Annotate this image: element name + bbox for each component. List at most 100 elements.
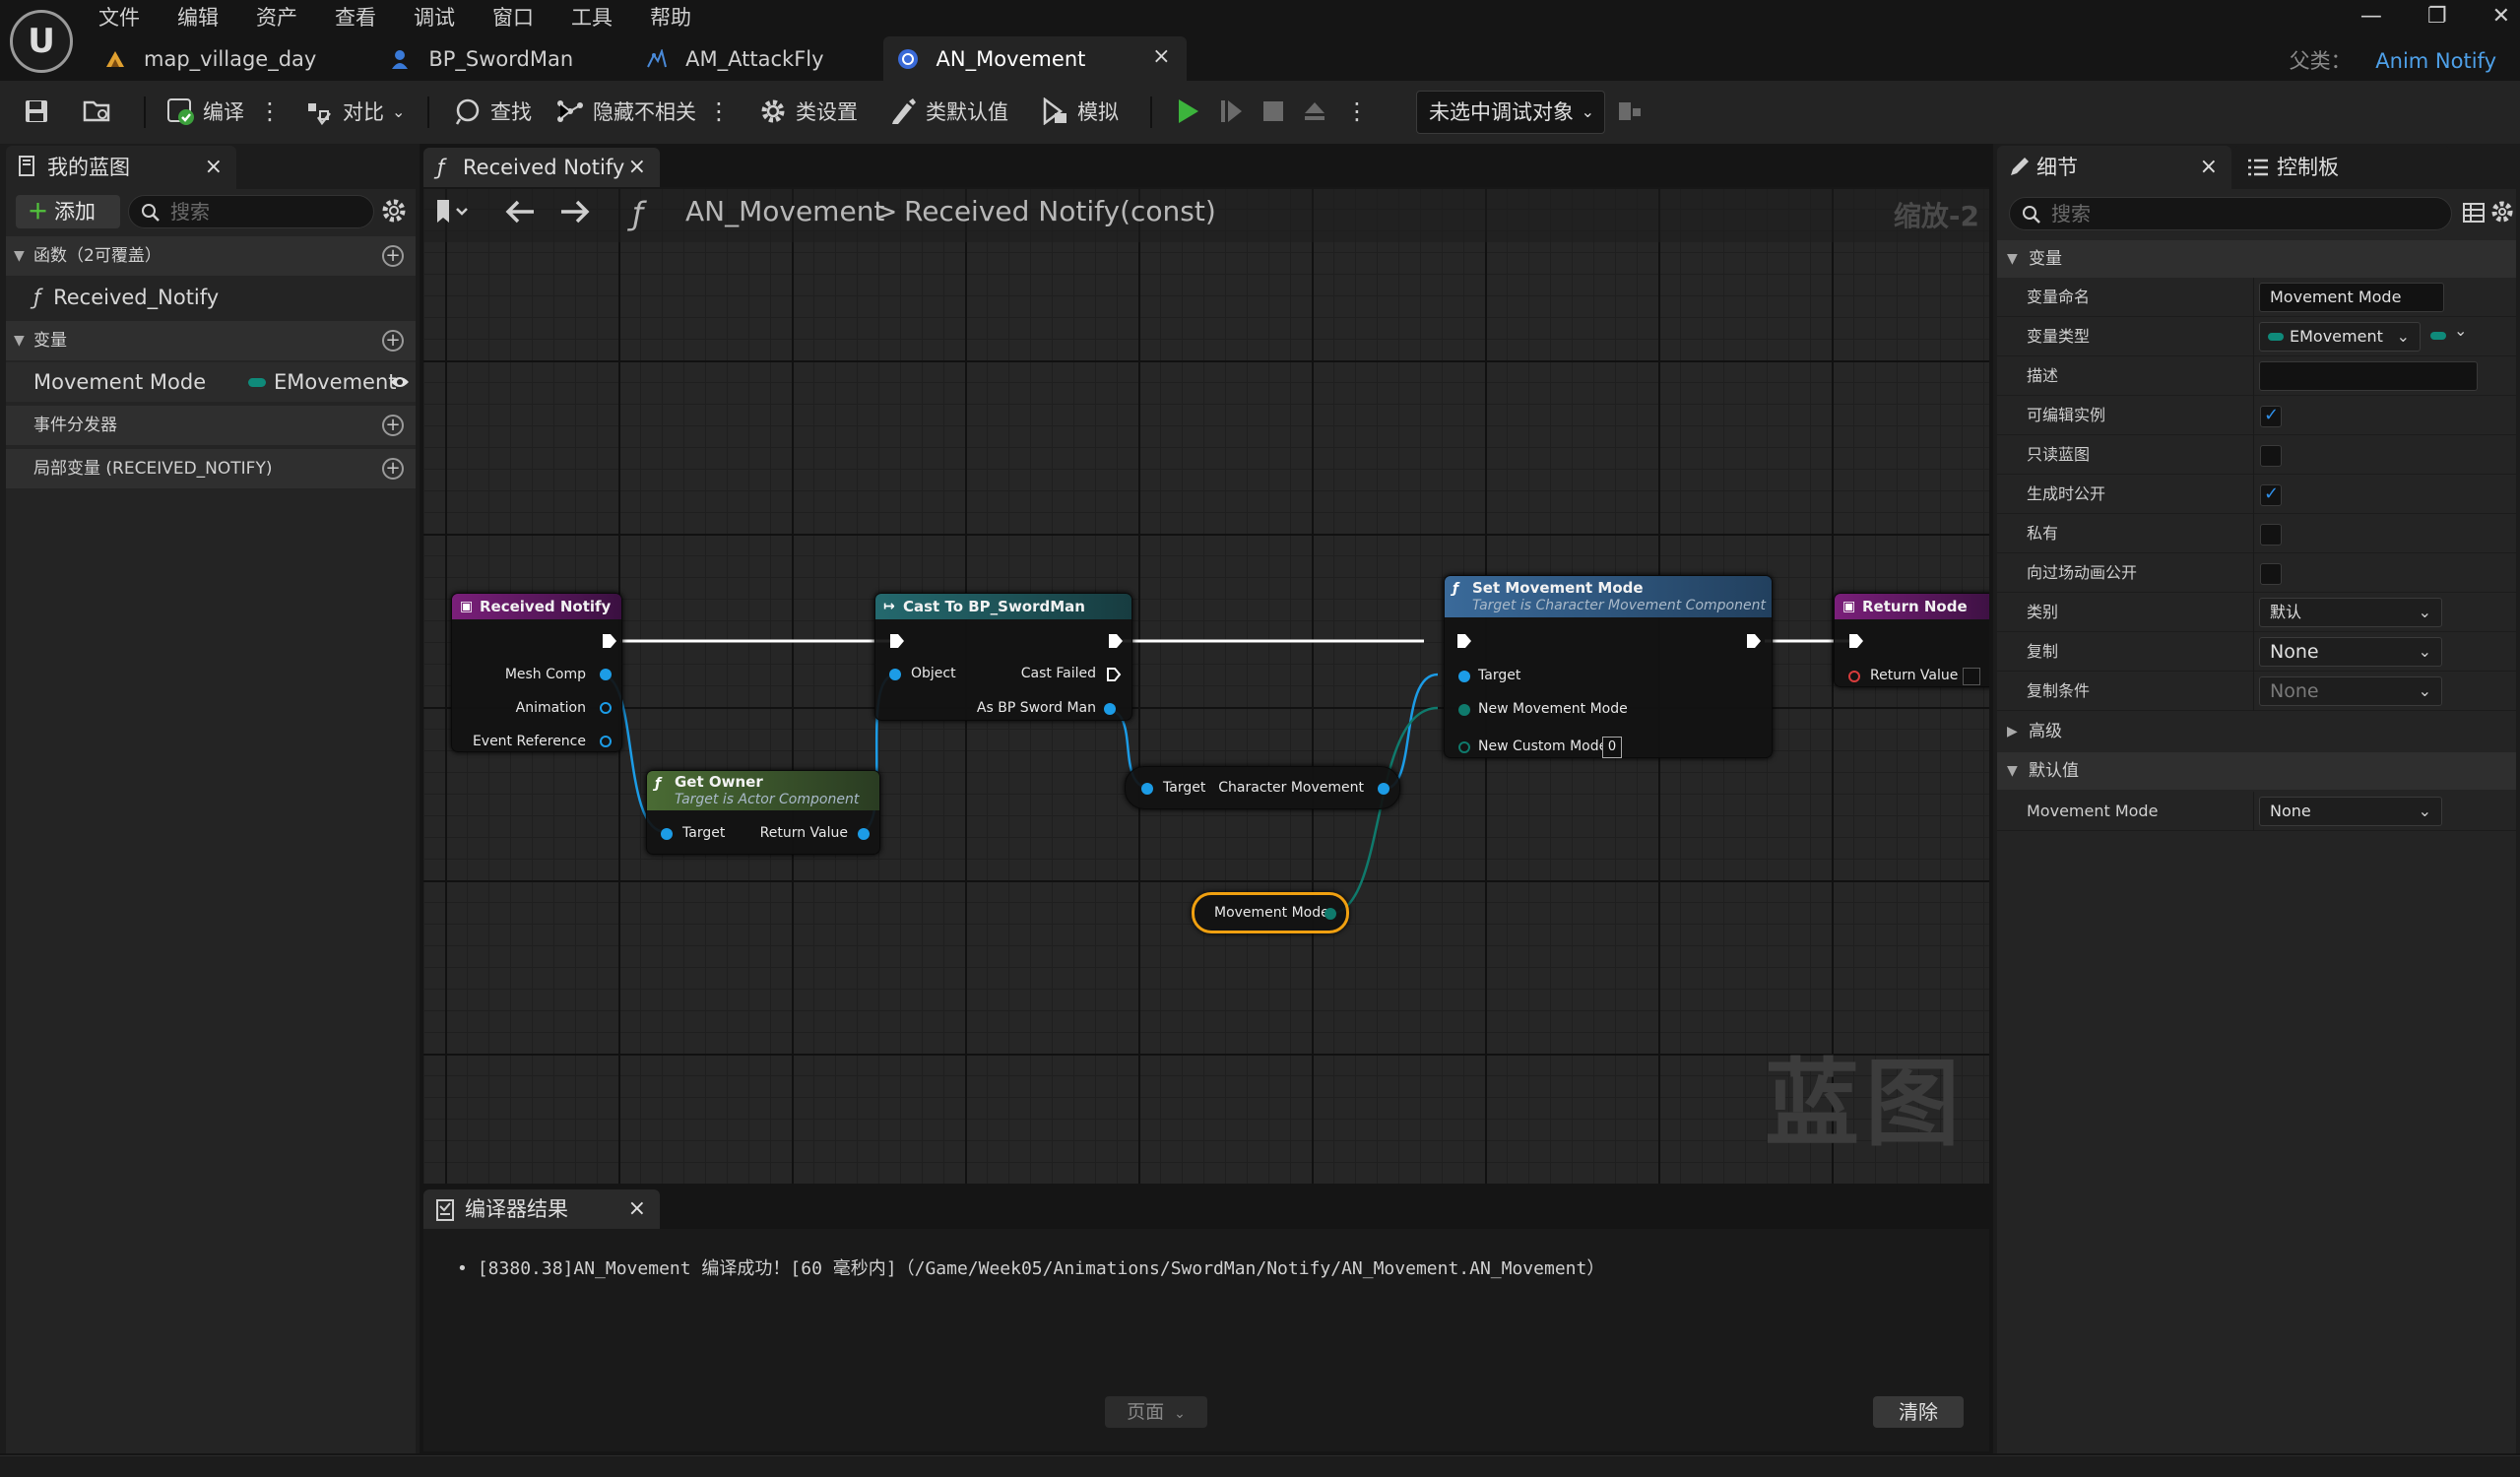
exec-in-pin[interactable] [889,633,905,649]
as-bp-sword-man-pin[interactable] [1104,703,1116,715]
restore-icon[interactable]: ❐ [2427,4,2447,29]
event-reference-pin[interactable] [600,736,612,747]
event-dispatchers-section[interactable]: 事件分发器 + [6,406,416,445]
target-pin[interactable] [1458,671,1470,682]
tab-bp-swordman[interactable]: BP_SwordMan [375,36,593,81]
instance-editable-checkbox[interactable] [2260,405,2282,427]
exec-in-pin[interactable] [1848,633,1864,649]
forward-arrow-icon[interactable] [559,199,591,225]
set-movement-mode-node[interactable]: ƒ Set Movement Mode Target is Character … [1444,575,1773,758]
page-dropdown[interactable]: 页面 ⌄ [1105,1396,1207,1428]
hide-unrelated-button[interactable]: 隐藏不相关 [555,95,696,128]
add-button[interactable]: ＋添加 [16,195,120,228]
debug-object-select[interactable]: 未选中调试对象 ⌄ [1416,91,1605,134]
simulate-button[interactable]: 模拟 [1040,95,1119,128]
expose-on-spawn-checkbox[interactable] [2260,483,2282,506]
tab-am-attackfly[interactable]: AM_AttackFly [632,36,843,81]
variable-type-dropdown[interactable]: EMovement ⌄ [2259,322,2421,352]
new-movement-mode-pin[interactable] [1458,704,1470,716]
character-movement-pin[interactable] [1378,783,1389,795]
object-pin[interactable] [889,669,901,680]
find-button[interactable]: 查找 [453,95,532,128]
tab-map-village-day[interactable]: map_village_day [91,36,336,81]
close-tab-icon[interactable]: × [628,1189,646,1229]
table-view-icon[interactable] [2462,201,2486,225]
debug-filter-button[interactable] [1615,95,1652,128]
diff-button[interactable]: 对比 ⌄ [305,95,405,128]
blueprint-search-input[interactable]: 搜索 [128,195,374,228]
class-settings-button[interactable]: 类设置 [758,95,858,128]
received-notify-node[interactable]: ▣ Received Notify Mesh Comp Animation Ev… [451,593,622,752]
breadcrumb-function[interactable]: Received Notify(const) [904,195,1216,227]
container-type-icon[interactable] [2430,332,2446,340]
menu-view[interactable]: 查看 [335,2,394,33]
compile-options-button[interactable]: ⋮ [258,95,282,128]
play-button[interactable] [1174,95,1211,128]
unreal-logo-icon[interactable]: U [10,10,73,73]
target-pin[interactable] [661,828,673,840]
cast-failed-exec-pin[interactable] [1106,667,1122,682]
add-local-variable-icon[interactable]: + [382,458,404,480]
movement-mode-output-pin[interactable] [1325,908,1336,920]
stop-button[interactable] [1259,95,1296,128]
menu-help[interactable]: 帮助 [650,2,709,33]
tab-an-movement[interactable]: AN_Movement × [882,36,1187,81]
movement-mode-variable-node[interactable]: Movement Mode [1192,892,1349,933]
play-options-button[interactable]: ⋮ [1345,95,1369,128]
get-character-movement-node[interactable]: Target Character Movement [1125,766,1400,809]
menu-window[interactable]: 窗口 [492,2,551,33]
details-tab[interactable]: 细节 × [1997,146,2231,189]
exec-out-pin[interactable] [602,633,617,649]
compiler-results-tab[interactable]: 编译器结果 × [423,1189,660,1229]
exec-in-pin[interactable] [1456,633,1472,649]
back-arrow-icon[interactable] [504,199,536,225]
variable-item-movement-mode[interactable]: Movement Mode EMovement [6,362,416,402]
replication-dropdown[interactable]: None ⌄ [2259,637,2442,667]
chevron-down-icon[interactable]: ⌄ [2454,321,2467,340]
return-node[interactable]: ▣ Return Node Return Value [1834,593,1989,687]
blueprint-graph-canvas[interactable]: ƒ AN_Movement > Received Notify(const) 缩… [423,187,1989,1184]
return-value-pin[interactable] [1848,671,1860,682]
close-panel-icon[interactable]: × [205,146,223,189]
browse-button[interactable] [83,95,120,128]
step-button[interactable] [1217,95,1255,128]
return-value-pin[interactable] [858,828,870,840]
my-blueprint-tab[interactable]: 我的蓝图 × [6,146,236,189]
variable-name-field[interactable]: Movement Mode [2259,283,2444,312]
function-item-received-notify[interactable]: ƒ Received_Notify [6,278,416,317]
add-dispatcher-icon[interactable]: + [382,415,404,436]
menu-edit[interactable]: 编辑 [177,2,236,33]
exec-out-pin[interactable] [1108,633,1124,649]
description-field[interactable] [2259,361,2478,391]
minimize-icon[interactable]: — [2360,4,2382,29]
add-function-icon[interactable]: + [382,245,404,267]
close-tab-icon[interactable]: × [628,148,646,187]
eject-button[interactable] [1300,95,1337,128]
menu-asset[interactable]: 资产 [256,2,315,33]
eye-icon[interactable] [390,362,410,402]
gear-icon[interactable] [2489,199,2515,225]
default-movement-mode-dropdown[interactable]: None ⌄ [2259,797,2442,826]
variables-section[interactable]: ▼ 变量 + [6,321,416,360]
functions-section[interactable]: ▼ 函数（2可覆盖） + [6,236,416,276]
return-value-checkbox[interactable] [1963,668,1980,685]
palette-tab[interactable]: 控制板 [2233,146,2450,189]
graph-tab[interactable]: ƒ Received Notify × [423,148,660,187]
gear-icon[interactable] [380,197,408,225]
cast-to-bp-swordman-node[interactable]: ↦ Cast To BP_SwordMan Object Cast Failed… [874,593,1132,721]
default-value-section[interactable]: ▼ 默认值 [1997,752,2516,790]
variable-section[interactable]: ▼ 变量 [1997,240,2516,278]
close-panel-icon[interactable]: × [2200,146,2218,189]
custom-mode-input[interactable]: 0 [1602,737,1622,758]
local-variables-section[interactable]: 局部变量 (RECEIVED_NOTIFY) + [6,449,416,488]
target-pin[interactable] [1141,783,1153,795]
close-window-icon[interactable]: ✕ [2492,4,2510,29]
compiler-message[interactable]: • [8380.38]AN_Movement 编译成功！[60 毫秒内]（/Gam… [457,1254,1604,1280]
private-checkbox[interactable] [2260,524,2282,546]
menu-debug[interactable]: 调试 [414,2,473,33]
menu-tools[interactable]: 工具 [571,2,630,33]
animation-pin[interactable] [600,702,612,714]
breadcrumb-root[interactable]: AN_Movement [685,195,884,227]
parent-class-link[interactable]: Anim Notify [2375,49,2496,73]
save-button[interactable] [22,95,59,128]
